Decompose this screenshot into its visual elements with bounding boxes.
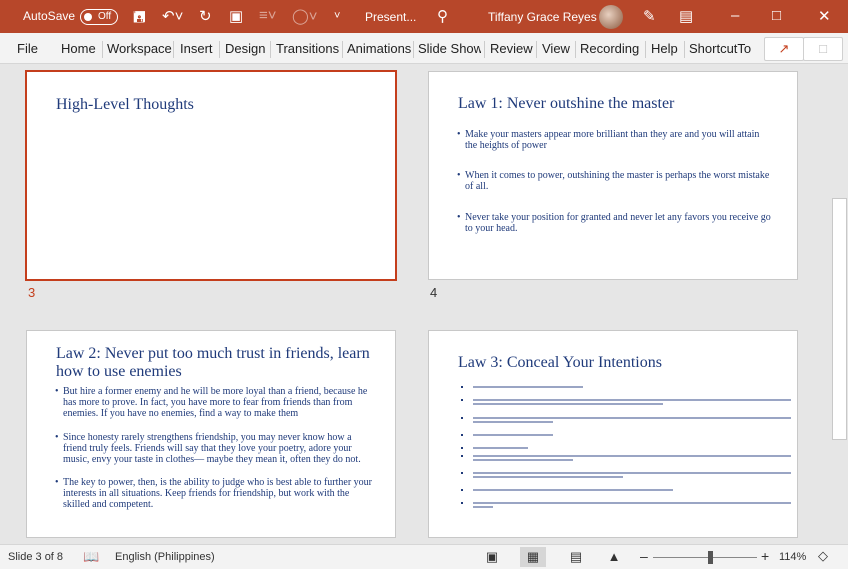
slide-bullet: When it comes to power, outshining the m… (457, 170, 772, 192)
tab-insert[interactable]: Insert (180, 41, 213, 56)
user-name[interactable]: Tiffany Grace Reyes (488, 10, 597, 24)
language-indicator[interactable]: English (Philippines) (115, 551, 215, 563)
tab-recording[interactable]: Recording (580, 41, 639, 56)
maximize-icon[interactable]: □ (772, 7, 781, 24)
comments-button[interactable]: □ (803, 37, 843, 61)
present-icon[interactable]: ▣ (229, 7, 243, 25)
slide-title: Law 2: Never put too much trust in frien… (56, 345, 370, 380)
status-bar: Slide 3 of 8 📖 English (Philippines) ▣ ▦… (0, 544, 848, 569)
shapes-icon[interactable]: ◯˅ (292, 7, 318, 25)
avatar[interactable] (599, 5, 623, 29)
tab-slide-show[interactable]: Slide Show (418, 41, 481, 56)
tab-shortcutto[interactable]: ShortcutTo (689, 41, 751, 56)
slide-bullet: The key to power, then, is the ability t… (55, 477, 375, 510)
zoom-slider[interactable] (653, 557, 757, 558)
tab-help[interactable]: Help (651, 41, 678, 56)
slide-title: Law 3: Conceal Your Intentions (458, 354, 662, 371)
slide-sorter-view-icon[interactable]: ▦ (520, 547, 546, 567)
zoom-in-button[interactable]: + (761, 548, 769, 564)
accessibility-icon[interactable]: 📖 (83, 549, 99, 565)
tab-workspace[interactable]: Workspace (107, 41, 172, 56)
slide-thumbnail-4[interactable]: Law 1: Never outshine the master Make yo… (428, 71, 798, 280)
scrollbar-thumb[interactable] (832, 198, 847, 440)
slide-bullet: Make your masters appear more brilliant … (457, 129, 772, 151)
reading-view-icon[interactable]: ▤ (563, 547, 589, 567)
minimize-icon[interactable]: – (731, 7, 739, 24)
close-icon[interactable]: ✕ (818, 7, 831, 25)
slide-bullet: But hire a former enemy and he will be m… (55, 386, 375, 419)
slide-number: 3 (28, 285, 36, 300)
tab-home[interactable]: Home (61, 41, 96, 56)
tab-transitions[interactable]: Transitions (276, 41, 339, 56)
document-title[interactable]: Present... (365, 10, 416, 24)
slide-bullet: Never take your position for granted and… (457, 212, 772, 234)
zoom-level[interactable]: 114% (779, 551, 806, 563)
normal-view-icon[interactable]: ▣ (479, 547, 505, 567)
bullets-icon[interactable]: ≡˅ (259, 7, 277, 24)
tab-view[interactable]: View (542, 41, 570, 56)
slide-bullet: Since honesty rarely strengthens friends… (55, 432, 375, 465)
zoom-slider-thumb[interactable] (708, 551, 713, 564)
slide-number: 4 (430, 285, 438, 300)
slide-thumbnail-3[interactable]: High-Level Thoughts (25, 70, 397, 281)
tab-file[interactable]: File (17, 41, 38, 56)
tab-animations[interactable]: Animations (347, 41, 411, 56)
slide-counter: Slide 3 of 8 (8, 551, 64, 563)
fit-to-window-icon[interactable]: ◇ (818, 548, 828, 564)
title-bar: AutoSave Off 🖪 ↶˅ ↻ ▣ ≡˅ ◯˅ ˅ Present...… (0, 0, 848, 33)
redo-icon[interactable]: ↻ (199, 7, 212, 25)
share-button[interactable]: ↗ (764, 37, 804, 61)
slide-title: Law 1: Never outshine the master (458, 95, 675, 112)
tab-review[interactable]: Review (490, 41, 533, 56)
undo-icon[interactable]: ↶˅ (162, 7, 183, 25)
ribbon-display-icon[interactable]: ▤ (679, 7, 693, 25)
save-icon[interactable]: 🖪 (133, 7, 146, 32)
slide-thumbnail-6[interactable]: Law 3: Conceal Your Intentions (428, 330, 798, 538)
slide-title: High-Level Thoughts (56, 96, 194, 113)
slide-thumbnail-5[interactable]: Law 2: Never put too much trust in frien… (26, 330, 396, 538)
zoom-out-button[interactable]: – (640, 548, 648, 564)
autosave-label: AutoSave (23, 9, 76, 23)
search-icon[interactable]: ⚲ (437, 7, 448, 25)
pen-icon[interactable]: ✎ (643, 7, 656, 25)
ribbon-tabs: File Home Workspace Insert Design Transi… (0, 33, 848, 64)
autosave-toggle[interactable]: Off (80, 9, 118, 25)
customize-icon[interactable]: ˅ (334, 10, 340, 22)
tab-design[interactable]: Design (225, 41, 265, 56)
slideshow-view-icon[interactable]: ▲ (601, 547, 627, 567)
